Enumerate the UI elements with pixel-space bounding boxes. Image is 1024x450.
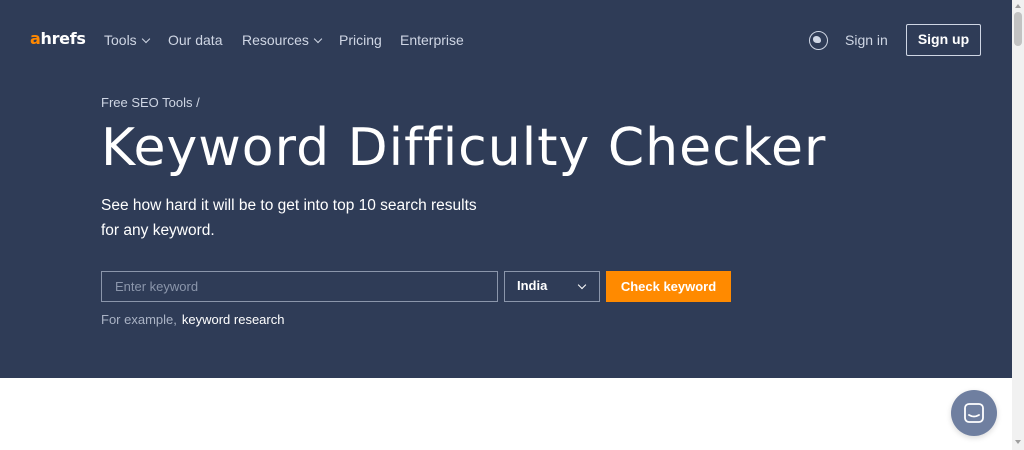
top-nav: ahrefs Tools Our data Resources Pricing … [0, 0, 1012, 80]
page: ahrefs Tools Our data Resources Pricing … [0, 0, 1024, 450]
ahrefs-logo[interactable]: ahrefs [30, 29, 86, 48]
country-select-value: India [517, 278, 548, 293]
sign-up-button[interactable]: Sign up [906, 24, 981, 56]
nav-item-tools[interactable]: Tools [104, 32, 150, 48]
breadcrumb[interactable]: Free SEO Tools / [101, 95, 200, 110]
keyword-input[interactable] [101, 271, 498, 302]
page-subtitle: See how hard it will be to get into top … [101, 197, 477, 239]
nav-item-our-data[interactable]: Our data [168, 32, 222, 48]
scroll-up-arrow-icon[interactable] [1015, 4, 1021, 8]
nav-item-label: Enterprise [400, 32, 464, 48]
example-prefix: For example, [101, 312, 177, 327]
example-keyword-link[interactable]: keyword research [182, 312, 285, 327]
nav-item-label: Pricing [339, 32, 382, 48]
logo-accent: a [30, 29, 41, 48]
nav-item-enterprise[interactable]: Enterprise [400, 32, 464, 48]
chat-button[interactable] [951, 390, 997, 436]
chevron-down-icon [577, 280, 587, 290]
nav-item-label: Tools [104, 32, 137, 48]
check-keyword-button[interactable]: Check keyword [606, 271, 731, 302]
chevron-down-icon [313, 34, 323, 44]
page-title: Keyword Difficulty Checker [101, 118, 827, 178]
globe-icon[interactable] [809, 31, 828, 50]
vertical-scrollbar[interactable] [1012, 0, 1024, 450]
country-select[interactable]: India [504, 271, 600, 302]
hero-section: ahrefs Tools Our data Resources Pricing … [0, 0, 1012, 378]
content-area [0, 378, 1012, 450]
nav-item-label: Our data [168, 32, 223, 48]
logo-text: hrefs [40, 29, 86, 48]
scrollbar-thumb[interactable] [1014, 12, 1022, 46]
nav-item-pricing[interactable]: Pricing [339, 32, 382, 48]
chat-icon [964, 403, 984, 423]
example-hint: For example, keyword research [101, 312, 284, 327]
scroll-down-arrow-icon[interactable] [1015, 440, 1021, 444]
sign-in-link[interactable]: Sign in [845, 32, 888, 48]
chevron-down-icon [141, 34, 150, 44]
nav-item-label: Resources [242, 32, 309, 48]
nav-item-resources[interactable]: Resources [242, 32, 323, 48]
